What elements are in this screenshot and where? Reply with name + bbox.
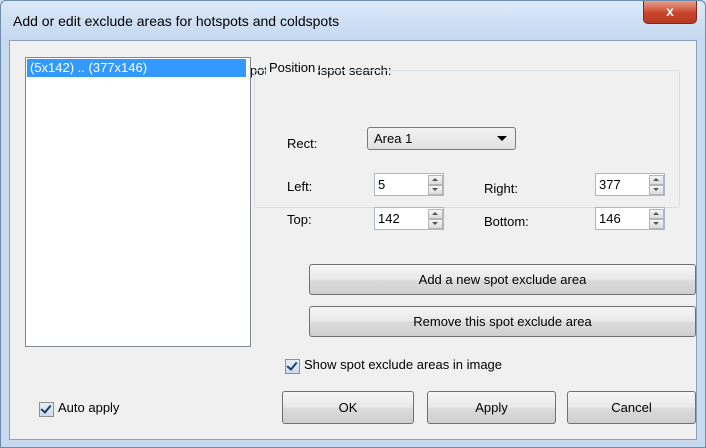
list-item[interactable]: (5x142) .. (377x146): [27, 59, 246, 77]
bottom-value: 146: [599, 211, 621, 226]
add-exclude-area-button[interactable]: Add a new spot exclude area: [309, 264, 696, 295]
rect-label: Rect:: [287, 136, 318, 151]
spin-up-icon[interactable]: [649, 175, 664, 185]
bottom-spinbox[interactable]: 146: [595, 207, 665, 230]
show-areas-label[interactable]: Show spot exclude areas in image: [304, 357, 502, 372]
spin-up-icon[interactable]: [649, 209, 664, 219]
rect-combobox[interactable]: Area 1: [367, 127, 516, 150]
top-value: 142: [378, 211, 400, 226]
spin-down-icon[interactable]: [428, 219, 443, 229]
spin-down-icon[interactable]: [649, 185, 664, 195]
remove-exclude-area-button[interactable]: Remove this spot exclude area: [309, 306, 696, 337]
left-spinbox[interactable]: 5: [374, 173, 444, 196]
cancel-label: Cancel: [611, 400, 652, 415]
title-bar[interactable]: Add or edit exclude areas for hotspots a…: [1, 1, 705, 41]
close-button[interactable]: x: [643, 1, 697, 24]
position-group-label: Position: [266, 60, 319, 75]
left-value: 5: [378, 177, 386, 192]
right-spinbox[interactable]: 377: [595, 173, 665, 196]
remove-exclude-area-label: Remove this spot exclude area: [413, 314, 592, 329]
spin-up-icon[interactable]: [428, 209, 443, 219]
spin-up-icon[interactable]: [428, 175, 443, 185]
apply-label: Apply: [475, 400, 508, 415]
bottom-label: Bottom:: [484, 214, 529, 229]
add-exclude-area-label: Add a new spot exclude area: [418, 272, 587, 287]
chevron-down-icon: [497, 136, 507, 141]
exclude-areas-list[interactable]: (5x142) .. (377x146): [25, 57, 251, 347]
auto-apply-label[interactable]: Auto apply: [58, 400, 119, 415]
auto-apply-checkbox[interactable]: [39, 402, 54, 417]
top-spinbox[interactable]: 142: [374, 207, 444, 230]
top-label: Top:: [287, 212, 312, 227]
window-title: Add or edit exclude areas for hotspots a…: [13, 13, 340, 29]
apply-button[interactable]: Apply: [427, 391, 556, 424]
left-label: Left:: [287, 179, 313, 194]
ok-button[interactable]: OK: [282, 391, 414, 424]
right-value: 377: [599, 177, 621, 192]
ok-label: OK: [338, 400, 358, 415]
show-areas-checkbox[interactable]: [285, 359, 300, 374]
cancel-button[interactable]: Cancel: [567, 391, 696, 424]
rect-selected-value: Area 1: [374, 131, 413, 146]
spin-down-icon[interactable]: [428, 185, 443, 195]
spin-down-icon[interactable]: [649, 219, 664, 229]
close-icon: x: [666, 3, 674, 19]
right-label: Right:: [484, 181, 518, 196]
